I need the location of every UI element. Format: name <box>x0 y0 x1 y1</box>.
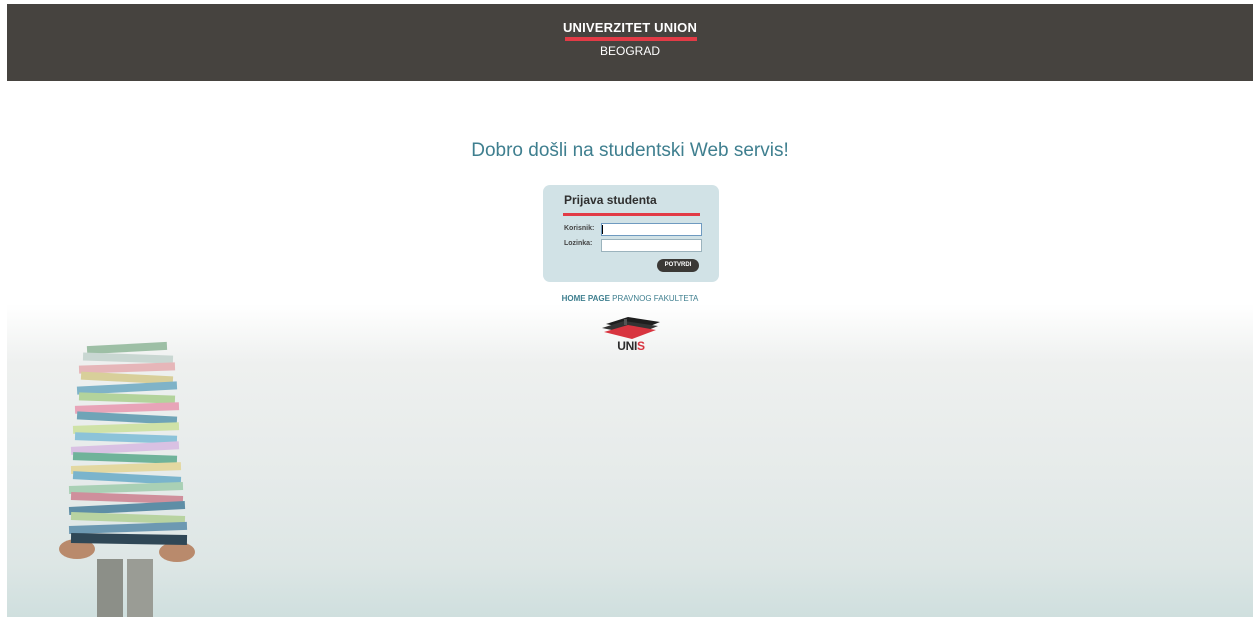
text-caret <box>602 225 603 234</box>
login-accent-line <box>563 213 700 216</box>
unis-wordmark: UNIS <box>617 339 645 353</box>
unis-logo: UNIS <box>596 312 666 376</box>
university-name: UNIVERZITET UNION <box>562 20 698 35</box>
graduation-cap-icon <box>602 317 660 339</box>
university-city: BEOGRAD <box>599 44 660 58</box>
header-bar: UNIVERZITET UNION BEOGRAD <box>7 4 1253 81</box>
password-input[interactable] <box>601 239 702 252</box>
login-title: Prijava studenta <box>564 193 657 207</box>
username-input[interactable] <box>601 223 702 236</box>
password-label: Lozinka: <box>564 240 593 247</box>
home-page-link[interactable]: HOME PAGE PRAVNOG FAKULTETA <box>7 294 1253 303</box>
home-link-rest: PRAVNOG FAKULTETA <box>609 294 699 303</box>
header-accent-line <box>565 37 697 41</box>
login-panel: Prijava studenta Korisnik: Lozinka: POTV… <box>543 185 719 282</box>
submit-button[interactable]: POTVRDI <box>657 259 699 272</box>
stack-of-folders-photo <box>59 341 195 617</box>
welcome-heading: Dobro došli na studentski Web servis! <box>471 140 789 161</box>
username-label: Korisnik: <box>564 225 595 232</box>
page-frame: UNIVERZITET UNION BEOGRAD Dobro došli na… <box>7 4 1253 617</box>
home-link-bold: HOME PAGE <box>561 294 610 303</box>
